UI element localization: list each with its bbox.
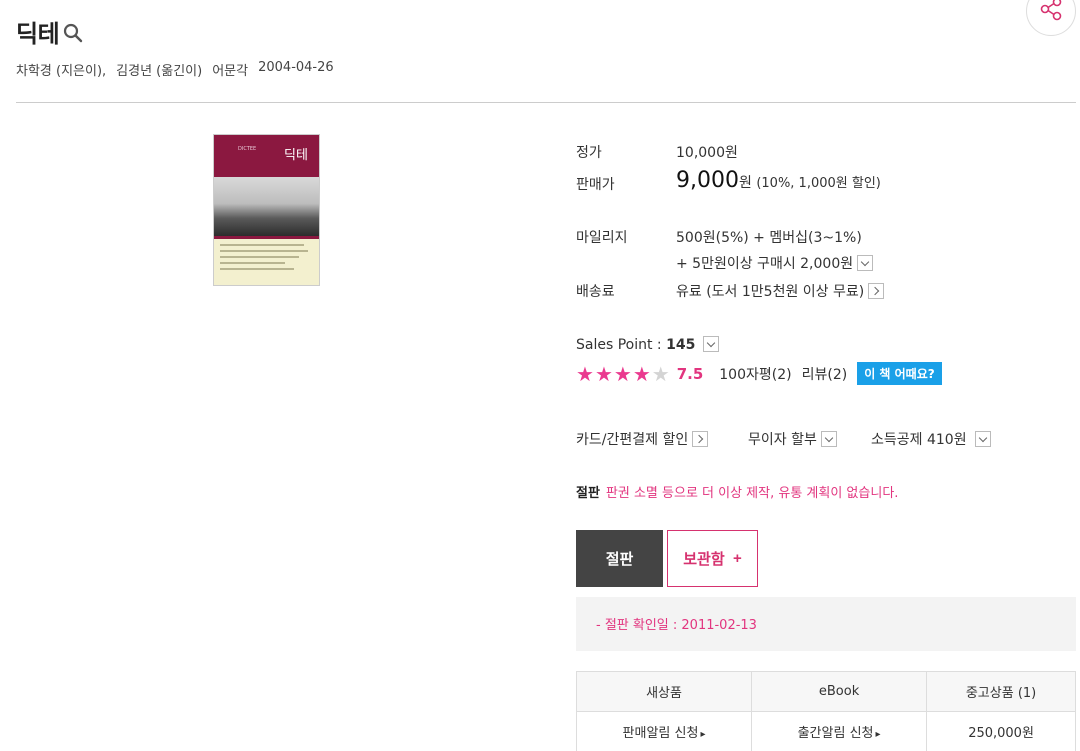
- author-link[interactable]: 차학경 (지은이),: [16, 60, 106, 79]
- cover-small-text: DICTEE: [238, 146, 257, 152]
- sale-alert-label: 판매알림 신청: [623, 726, 706, 741]
- sale-price-discount: (10%, 1,000원 할인): [756, 176, 881, 191]
- list-price-label: 정가: [576, 145, 602, 161]
- translator-link[interactable]: 김경년 (옮긴이): [116, 60, 202, 79]
- star-empty-icon: ★: [651, 361, 670, 386]
- list-price-value: 10,000원: [676, 145, 738, 161]
- star-filled-icon: ★: [594, 361, 613, 386]
- sale-alert-link[interactable]: 판매알림 신청: [575, 711, 753, 751]
- used-price[interactable]: 250,000원: [926, 711, 1076, 751]
- plus-icon: +: [732, 550, 742, 567]
- publish-alert-label: 출간알림 신청: [798, 726, 881, 741]
- comments-link[interactable]: 100자평(2): [719, 364, 791, 384]
- tab-new-product[interactable]: 새상품: [575, 671, 753, 712]
- star-rating: ★ ★ ★ ★ ★: [576, 364, 671, 384]
- search-icon[interactable]: [63, 23, 83, 47]
- outprint-date-notice: - 절판 확인일 : 2011-02-13: [576, 597, 1076, 651]
- sale-price-unit: 원: [738, 175, 752, 191]
- publish-alert-link[interactable]: 출간알림 신청: [751, 711, 928, 751]
- cover-title: 딕테: [284, 148, 308, 163]
- sales-point-value: 145: [666, 337, 696, 353]
- publish-date: 2004-04-26: [258, 60, 334, 75]
- card-discount-icon[interactable]: [692, 431, 709, 447]
- share-button[interactable]: [1026, 0, 1076, 36]
- mileage-dropdown-icon[interactable]: [857, 255, 874, 271]
- outprint-button[interactable]: 절판: [576, 530, 663, 587]
- keep-button-label: 보관함: [683, 551, 725, 568]
- cover-text-lines: [214, 239, 319, 279]
- tax-deduction-dropdown-icon[interactable]: [974, 431, 991, 447]
- byline: 차학경 (지은이), 김경년 (옮긴이) 어문각 2004-04-26: [16, 60, 334, 79]
- star-filled-icon: ★: [576, 361, 594, 386]
- tab-used-product[interactable]: 중고상품 (1): [926, 671, 1076, 712]
- page-title: 딕테: [16, 20, 60, 48]
- shipping-wrap: 유료 (도서 1만5천원 이상 무료): [676, 281, 885, 301]
- shipping-value: 유료 (도서 1만5천원 이상 무료): [676, 284, 865, 300]
- tax-deduction-label: 소득공제 410원: [871, 432, 967, 448]
- tax-deduction: 소득공제 410원: [871, 429, 991, 449]
- mileage-line2-wrap: + 5만원이상 구매시 2,000원: [676, 253, 874, 273]
- rating-score: 7.5: [676, 364, 704, 383]
- installment-label: 무이자 할부: [748, 432, 817, 448]
- mileage-line2: + 5만원이상 구매시 2,000원: [676, 256, 854, 272]
- sale-price-label: 판매가: [576, 177, 615, 193]
- card-discount: 카드/간편결제 할인: [576, 429, 709, 449]
- sales-point-label: Sales Point :: [576, 337, 667, 353]
- sale-price-amount: 9,000: [676, 168, 739, 193]
- outprint-notice: 절판 판권 소멸 등으로 더 이상 제작, 유통 계획이 없습니다.: [576, 482, 898, 501]
- book-cover[interactable]: DICTEE 딕테: [213, 134, 320, 286]
- reviews-link[interactable]: 리뷰(2): [802, 364, 848, 384]
- star-filled-icon: ★: [632, 361, 651, 386]
- divider: [16, 102, 1076, 103]
- keep-button[interactable]: 보관함 +: [667, 530, 758, 587]
- share-icon: [1038, 0, 1064, 26]
- how-about-badge[interactable]: 이 책 어때요?: [857, 362, 942, 385]
- shipping-info-icon[interactable]: [868, 283, 885, 299]
- shipping-label: 배송료: [576, 284, 615, 300]
- mileage-line1: 500원(5%) + 멤버십(3~1%): [676, 230, 862, 246]
- outprint-label: 절판: [576, 486, 600, 501]
- title-row: 딕테: [16, 14, 83, 49]
- tab-ebook[interactable]: eBook: [751, 671, 928, 712]
- outprint-message: 판권 소멸 등으로 더 이상 제작, 유통 계획이 없습니다.: [605, 486, 899, 501]
- installment-dropdown-icon[interactable]: [820, 431, 837, 447]
- mileage-label: 마일리지: [576, 230, 628, 246]
- product-type-table: 새상품 eBook 중고상품 (1) 판매알림 신청 출간알림 신청 250,0…: [575, 671, 1076, 751]
- cover-photo: [214, 175, 319, 239]
- sales-point: Sales Point : 145: [576, 336, 720, 353]
- card-discount-label: 카드/간편결제 할인: [576, 432, 689, 448]
- sales-point-dropdown-icon[interactable]: [703, 336, 720, 352]
- rating-row: ★ ★ ★ ★ ★ 7.5 100자평(2) 리뷰(2) 이 책 어때요?: [576, 362, 942, 385]
- star-filled-icon: ★: [613, 361, 632, 386]
- publisher-link[interactable]: 어문각: [212, 60, 248, 79]
- installment: 무이자 할부: [748, 429, 837, 449]
- sale-price: 9,000원 (10%, 1,000원 할인): [676, 168, 881, 193]
